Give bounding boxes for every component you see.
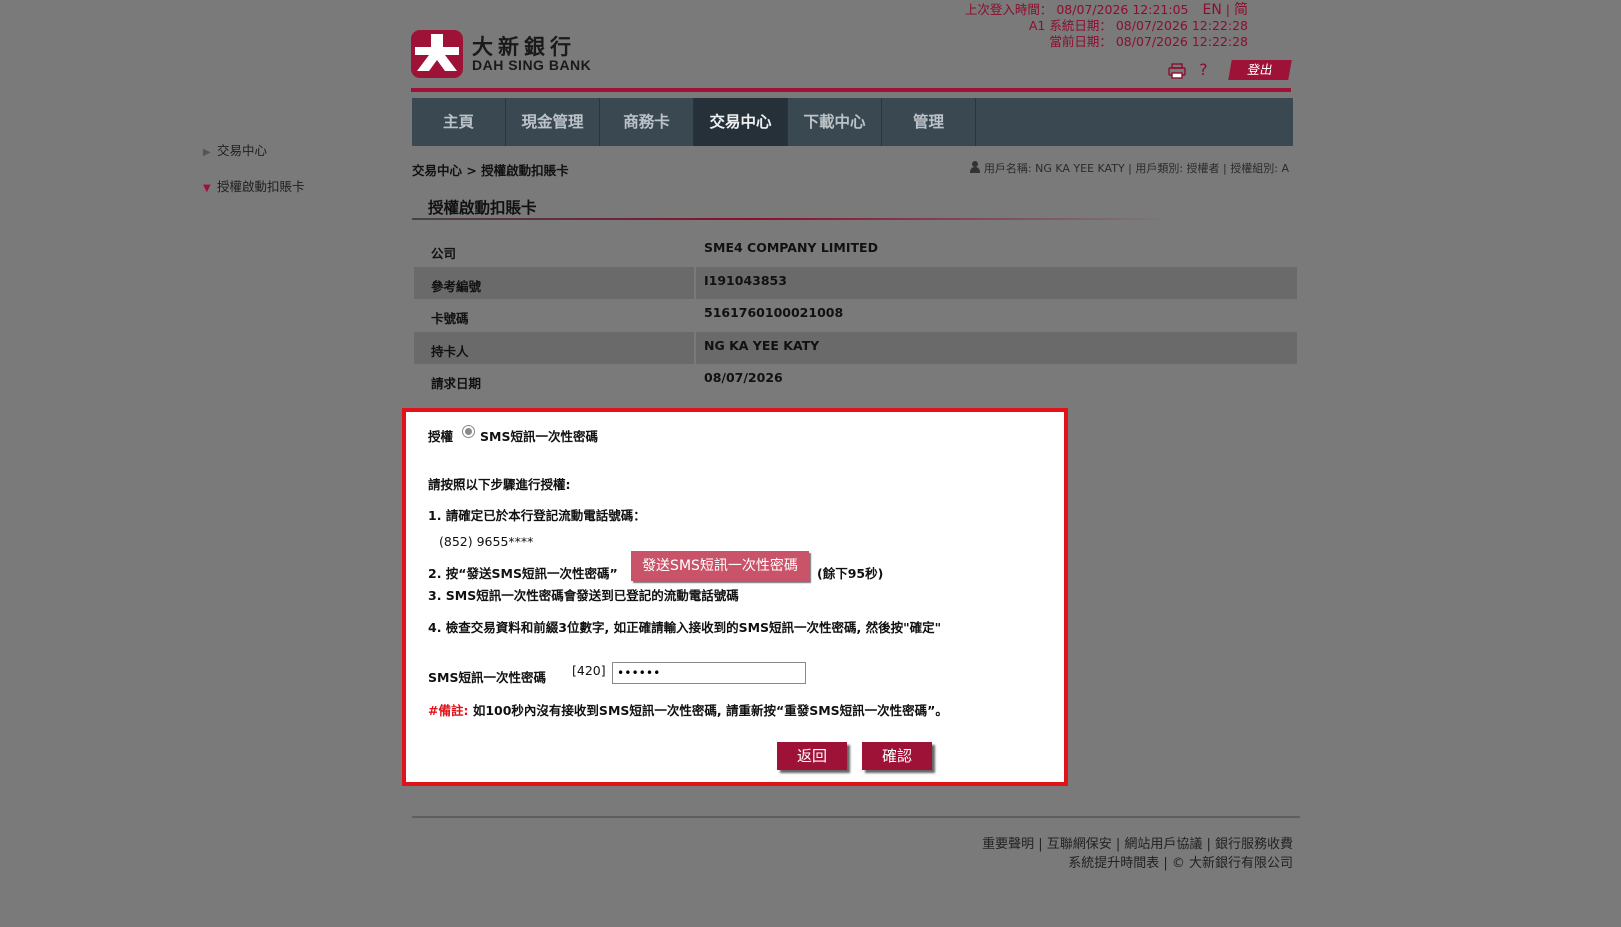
- back-button[interactable]: 返回: [777, 742, 847, 770]
- table-row: 請求日期 08/07/2026: [414, 364, 1297, 397]
- nav-home[interactable]: 主頁: [412, 98, 506, 146]
- chevron-right-icon: ▶: [203, 147, 211, 158]
- nav-administration[interactable]: 管理: [882, 98, 976, 146]
- detail-value: I191043853: [694, 266, 1297, 299]
- detail-value: SME4 COMPANY LIMITED: [694, 234, 1297, 267]
- sidebar-item-label: 交易中心: [217, 143, 268, 158]
- otp-countdown: (餘下95秒): [817, 566, 884, 581]
- send-sms-otp-button[interactable]: 發送SMS短訊一次性密碼: [631, 551, 809, 581]
- user-info: 用戶名稱: NG KA YEE KATY | 用戶類別: 授權者 | 授權組別:…: [970, 160, 1289, 176]
- header-tools: ?: [1168, 60, 1208, 79]
- last-login-text: 上次登入時間： 08/07/2026 12:21:05: [964, 2, 1189, 17]
- printer-icon[interactable]: [1168, 62, 1186, 79]
- breadcrumb: 交易中心 > 授權啟動扣賬卡: [412, 163, 569, 178]
- lang-separator: |: [1225, 2, 1231, 17]
- current-date-text: 當前日期： 08/07/2026 12:22:28: [1049, 34, 1248, 49]
- instructions-heading: 請按照以下步驟進行授權:: [428, 477, 571, 492]
- sidebar-item-label: 授權啟動扣賬卡: [217, 179, 305, 194]
- bank-logo-icon: [411, 30, 463, 78]
- session-info: 上次登入時間： 08/07/2026 12:21:05 EN | 简 A1 系統…: [965, 2, 1248, 50]
- footer-links[interactable]: 重要聲明 | 互聯網保安 | 網站用戶協議 | 銀行服務收費: [982, 833, 1293, 852]
- step-1: 1. 請確定已於本行登記流動電話號碼：: [428, 508, 646, 523]
- footer-divider: [412, 816, 1300, 818]
- detail-value: 08/07/2026: [694, 364, 1297, 397]
- help-icon[interactable]: ?: [1199, 60, 1208, 79]
- step-3: 3. SMS短訊一次性密碼會發送到已登記的流動電話號碼: [428, 588, 739, 603]
- chevron-down-icon: ▼: [203, 183, 211, 194]
- authorization-panel: 授權 SMS短訊一次性密碼 請按照以下步驟進行授權: 1. 請確定已於本行登記流…: [402, 408, 1068, 786]
- otp-label: SMS短訊一次性密碼: [428, 670, 546, 685]
- nav-transaction-centre[interactable]: 交易中心: [694, 98, 788, 146]
- detail-value: 5161760100021008: [694, 299, 1297, 332]
- step-4: 4. 檢查交易資料和前綴3位數字, 如正確請輸入接收到的SMS短訊一次性密碼, …: [428, 620, 942, 635]
- otp-prefix: [420]: [572, 663, 606, 678]
- nav-download-centre[interactable]: 下載中心: [788, 98, 882, 146]
- system-date-text: A1 系統日期： 08/07/2026 12:22:28: [1028, 18, 1248, 33]
- nav-business-card[interactable]: 商務卡: [600, 98, 694, 146]
- table-row: 參考編號 I191043853: [414, 266, 1297, 299]
- user-info-text: 用戶名稱: NG KA YEE KATY | 用戶類別: 授權者 | 授權組別:…: [983, 162, 1289, 175]
- detail-label: 請求日期: [431, 376, 482, 391]
- note-label: #備註:: [428, 703, 469, 718]
- step-2: 2. 按“發送SMS短訊一次性密碼”: [428, 566, 618, 581]
- lang-en-link[interactable]: EN: [1202, 2, 1221, 18]
- sidebar-item-transaction-centre[interactable]: ▶ 交易中心: [203, 140, 267, 159]
- header-divider: [411, 88, 1291, 92]
- main-nav: 主頁 現金管理 商務卡 交易中心 下載中心 管理: [412, 98, 1293, 146]
- note-text: 如100秒內沒有接收到SMS短訊一次性密碼, 請重新按“重發SMS短訊一次性密碼…: [472, 703, 948, 718]
- title-underline: [412, 218, 1172, 220]
- footer-copyright[interactable]: 系統提升時間表 | © 大新銀行有限公司: [1068, 852, 1293, 871]
- page-title: 授權啟動扣賬卡: [428, 199, 537, 217]
- table-row: 持卡人 NG KA YEE KATY: [414, 331, 1297, 364]
- user-icon: [970, 161, 981, 173]
- table-row: 卡號碼 5161760100021008: [414, 299, 1297, 332]
- nav-cash-management[interactable]: 現金管理: [506, 98, 600, 146]
- detail-value: NG KA YEE KATY: [694, 331, 1297, 364]
- confirm-button[interactable]: 確認: [862, 742, 932, 770]
- sidebar-item-authorize-card-activation[interactable]: ▼ 授權啟動扣賬卡: [203, 176, 305, 195]
- detail-label: 卡號碼: [431, 311, 469, 326]
- details-table: 公司 SME4 COMPANY LIMITED 參考編號 I191043853 …: [414, 234, 1297, 397]
- lang-sc-link[interactable]: 简: [1234, 2, 1248, 18]
- detail-label: 持卡人: [431, 343, 469, 359]
- auth-method-label: SMS短訊一次性密碼: [480, 429, 598, 444]
- auth-label: 授權: [428, 429, 454, 444]
- table-row: 公司 SME4 COMPANY LIMITED: [414, 234, 1297, 267]
- bank-name-en: DAH SING BANK: [472, 57, 592, 73]
- registered-phone: (852) 9655****: [439, 534, 534, 549]
- logout-button[interactable]: 登出: [1228, 60, 1292, 80]
- otp-input[interactable]: [612, 662, 806, 684]
- sms-otp-radio[interactable]: [462, 425, 475, 438]
- detail-label: 參考編號: [431, 278, 482, 294]
- detail-label: 公司: [431, 246, 457, 261]
- note: #備註: 如100秒內沒有接收到SMS短訊一次性密碼, 請重新按“重發SMS短訊…: [428, 700, 948, 719]
